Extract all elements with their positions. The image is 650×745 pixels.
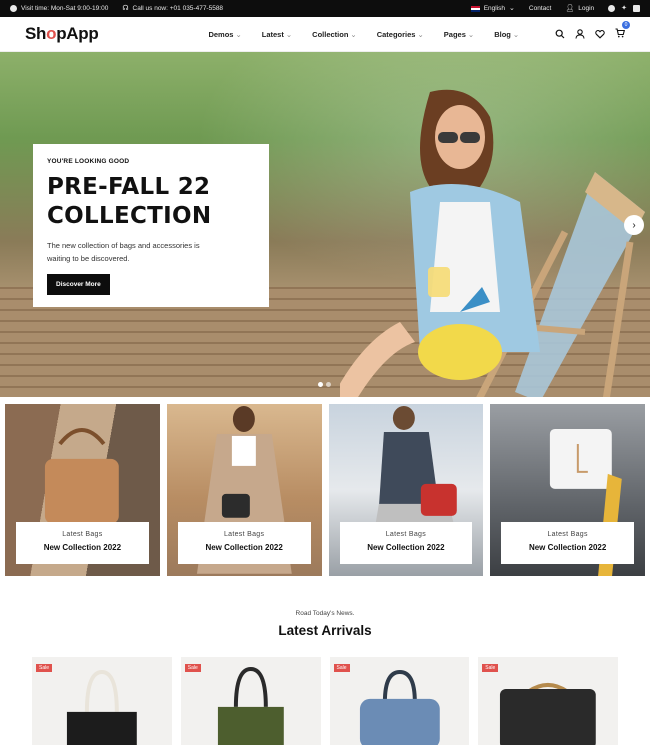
slider-next-arrow[interactable]: › — [624, 215, 644, 235]
language-selector[interactable]: English ⌄ — [470, 5, 515, 12]
tile-label: Latest Bags New Collection 2022 — [16, 522, 149, 564]
nav-blog[interactable]: Blog ⌄ — [494, 30, 519, 39]
hero-kicker: YOU'RE LOOKING GOOD — [47, 158, 130, 165]
tile-label: Latest Bags New Collection 2022 — [501, 522, 634, 564]
hero-description: The new collection of bags and accessori… — [47, 241, 200, 263]
main-header: ShopApp Demos ⌄ Latest ⌄ Collection ⌄ Categ… — [0, 17, 650, 52]
green-tote-bag-image — [217, 666, 284, 745]
hours-info: Visit time: Mon-Sat 9:00-19:00 — [10, 5, 108, 12]
slider-dot[interactable] — [326, 382, 331, 387]
collection-tile[interactable]: Latest Bags New Collection 2022 — [328, 404, 484, 576]
collection-tile[interactable]: Latest Bags New Collection 2022 — [490, 404, 645, 576]
tile-label: Latest Bags New Collection 2022 — [339, 522, 473, 564]
discover-more-button[interactable]: Discover More — [47, 274, 110, 295]
hero-title: PRE-FALL 22 COLLECTION — [47, 174, 212, 229]
user-icon: 👤︎ — [565, 5, 575, 12]
headset-icon: ☊ — [122, 5, 129, 12]
nav-pages[interactable]: Pages ⌄ — [444, 30, 474, 39]
language-label: English — [483, 5, 506, 12]
product-card[interactable]: Sale — [180, 657, 321, 745]
phone-text: Call us now: +01 035-477-5588 — [132, 5, 224, 12]
login-label: Login — [578, 5, 595, 12]
hours-text: Visit time: Mon-Sat 9:00-19:00 — [21, 5, 109, 12]
uk-flag-icon — [470, 5, 480, 12]
cart-button[interactable]: 0 — [615, 21, 630, 43]
chevron-right-icon: › — [632, 219, 636, 231]
contact-link[interactable]: Contact — [529, 5, 551, 12]
product-card[interactable]: Sale — [32, 657, 172, 745]
linkedin-icon[interactable] — [633, 5, 640, 12]
phone-info: ☊ Call us now: +01 035-477-5588 — [122, 5, 223, 12]
slider-dot[interactable] — [318, 382, 323, 387]
collection-tile[interactable]: Latest Bags New Collection 2022 — [5, 404, 160, 576]
wishlist-heart-icon[interactable] — [595, 29, 605, 39]
slider-dots — [318, 382, 331, 387]
nav-collection[interactable]: Collection ⌄ — [312, 30, 357, 39]
facebook-icon[interactable] — [608, 5, 616, 12]
twitter-icon[interactable]: ✦ — [621, 5, 627, 12]
search-icon[interactable] — [555, 29, 565, 39]
product-grid: Sale Sale Sale Sale — [0, 657, 650, 745]
cart-icon — [615, 28, 626, 38]
clock-icon — [10, 5, 17, 12]
product-card[interactable]: Sale — [329, 657, 470, 745]
black-backpack-image — [500, 682, 597, 745]
black-tote-bag-image — [66, 669, 137, 745]
latest-arrivals-header: Road Today's News. Latest Arrivals — [0, 610, 650, 638]
hero-promo-card: YOU'RE LOOKING GOOD PRE-FALL 22 COLLECTIO… — [33, 144, 269, 307]
woman-model-image — [340, 89, 540, 397]
nav-demos[interactable]: Demos ⌄ — [208, 30, 241, 39]
section-title: Latest Arrivals — [278, 623, 372, 638]
section-subtitle: Road Today's News. — [295, 610, 355, 617]
account-icon[interactable] — [575, 29, 585, 39]
blue-duffel-bag-image — [359, 669, 440, 745]
hero-banner: YOU'RE LOOKING GOOD PRE-FALL 22 COLLECTIO… — [0, 52, 650, 397]
login-link[interactable]: 👤︎ Login — [565, 5, 594, 12]
main-nav: Demos ⌄ Latest ⌄ Collection ⌄ Categories ⌄ P… — [208, 30, 519, 39]
collection-tile[interactable]: Latest Bags New Collection 2022 — [166, 404, 322, 576]
tile-label: Latest Bags New Collection 2022 — [177, 522, 311, 564]
chevron-down-icon: ⌄ — [509, 5, 515, 12]
product-card[interactable]: Sale — [478, 657, 618, 745]
collection-tiles: Latest Bags New Collection 2022 Latest B… — [0, 397, 650, 576]
cart-count-badge: 0 — [622, 21, 630, 29]
logo[interactable]: ShopApp — [25, 24, 99, 44]
top-bar: Visit time: Mon-Sat 9:00-19:00 ☊ Call us… — [0, 0, 650, 17]
nav-latest[interactable]: Latest ⌄ — [262, 30, 292, 39]
nav-categories[interactable]: Categories ⌄ — [377, 30, 424, 39]
